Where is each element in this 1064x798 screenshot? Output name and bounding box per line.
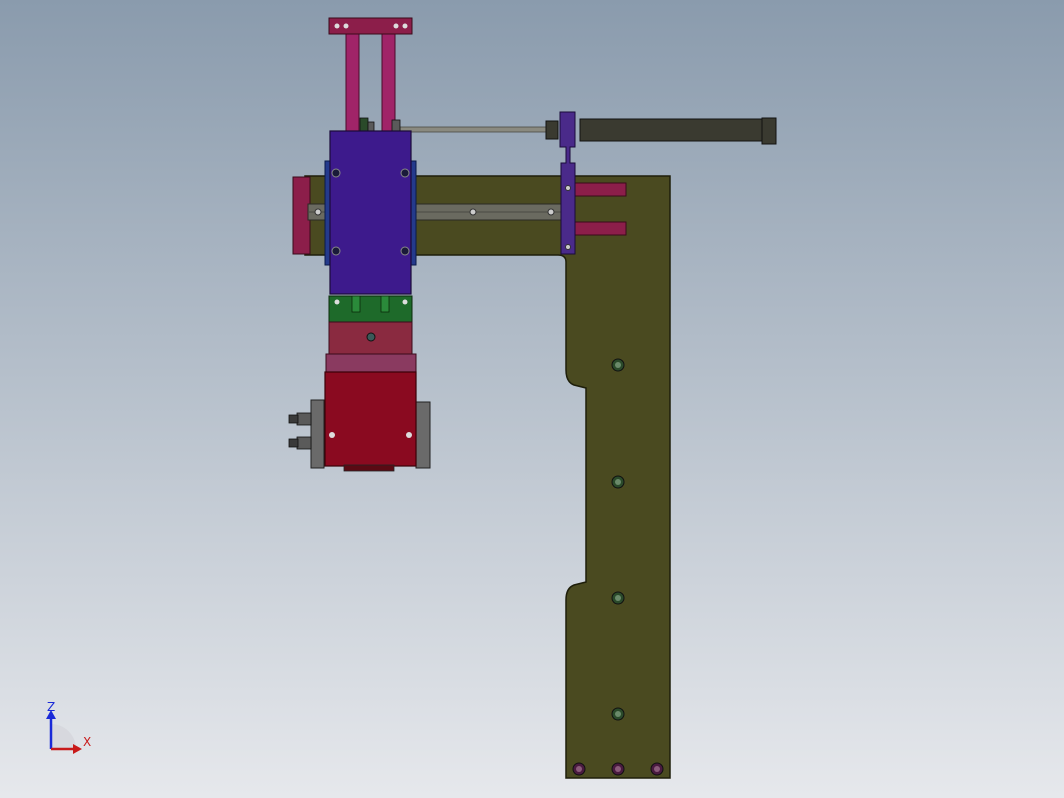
guide-rod-right — [381, 32, 396, 134]
cylinder-nut — [545, 120, 559, 140]
left-end-stopper[interactable] — [292, 176, 311, 255]
x-axis-label: X — [83, 735, 91, 749]
gripper-jaw-right — [415, 401, 431, 469]
cad-graphics-viewport[interactable]: Z X — [0, 0, 1064, 798]
adapter-block[interactable] — [325, 321, 417, 373]
guide-rod-left — [345, 32, 360, 134]
viewport-background — [0, 0, 1064, 798]
cylinder-mount-bracket — [559, 111, 576, 255]
cylinder-piston-rod — [399, 126, 553, 133]
z-axis-label: Z — [47, 700, 55, 714]
green-connector-block[interactable] — [328, 295, 413, 323]
top-bracket — [328, 17, 413, 35]
cylinder-barrel — [579, 118, 769, 142]
model-canvas[interactable]: Z X — [0, 0, 1064, 798]
gripper-jaw-left — [310, 399, 325, 469]
slide-carriage[interactable] — [324, 130, 417, 295]
cylinder-end-cap — [761, 117, 777, 145]
